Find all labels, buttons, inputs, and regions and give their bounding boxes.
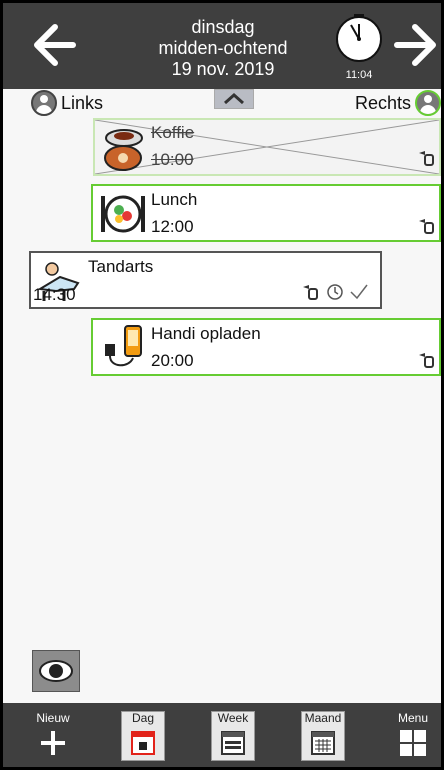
right-column-toggle[interactable]: Rechts [355,89,441,117]
new-button[interactable]: Nieuw [31,711,75,761]
activity-time: 10:00 [151,150,194,169]
header-daypart: midden-ochtend [158,38,288,58]
activity-card-handi-opladen[interactable]: Handi opladen 20:00 [91,318,441,376]
coffee-cup-icon [104,129,143,171]
meal-plate-icon [101,195,145,233]
calendar-week-icon [221,731,245,755]
timer-icon [327,284,343,300]
month-view-button[interactable]: Maand [301,711,345,761]
left-column-toggle[interactable]: Links [31,89,103,117]
grid-menu-icon [400,730,426,756]
bottom-nav-bar: Nieuw Dag Week Maand Menu [3,703,441,767]
activity-time: 20:00 [151,351,194,370]
day-label: Dag [131,711,154,725]
activity-title: Lunch [151,190,198,209]
activity-time: 12:00 [151,217,194,236]
activity-time: 14:30 [33,285,76,304]
eye-icon[interactable] [32,650,80,692]
previous-day-arrow-icon[interactable] [31,23,77,67]
month-label: Maand [304,711,342,725]
week-label: Week [217,711,249,725]
calendar-day-icon [131,731,155,755]
calendar-month-icon [311,731,335,755]
person-right-icon [415,90,441,116]
header-weekday: dinsdag [191,17,255,37]
week-view-button[interactable]: Week [211,711,255,761]
phone-alarm-icon [303,285,318,300]
phone-alarm-icon [419,151,434,166]
activity-title: Koffie [151,123,195,142]
activity-title: Handi opladen [151,324,261,343]
activity-card-tandarts[interactable]: Tandarts 14:30 [29,251,382,309]
activity-card-lunch[interactable]: Lunch 12:00 [91,184,441,242]
header-date: 19 nov. 2019 [171,59,275,79]
checkmark-icon [350,284,368,300]
activity-card-koffie[interactable]: Koffie 10:00 [93,118,441,176]
clock-digital-time: 11:04 [345,69,373,81]
plus-icon [41,731,65,755]
left-label: Links [61,92,104,113]
collapse-chevron-up-icon[interactable] [214,89,254,109]
day-view-button[interactable]: Dag [121,711,165,761]
right-label: Rechts [354,92,411,113]
phone-alarm-icon [419,219,434,234]
header-date-block: dinsdag midden-ochtend 19 nov. 2019 [123,17,323,80]
new-label: Nieuw [36,711,70,725]
menu-label: Menu [397,711,429,725]
analog-clock-icon [336,14,382,62]
next-day-arrow-icon[interactable] [393,23,439,67]
activity-title: Tandarts [88,257,154,276]
menu-button[interactable]: Menu [391,711,435,761]
phone-charger-icon [105,325,142,367]
header-bar: dinsdag midden-ochtend 19 nov. 2019 11:0… [3,3,441,89]
person-left-icon [31,90,57,116]
phone-alarm-icon [419,353,434,368]
